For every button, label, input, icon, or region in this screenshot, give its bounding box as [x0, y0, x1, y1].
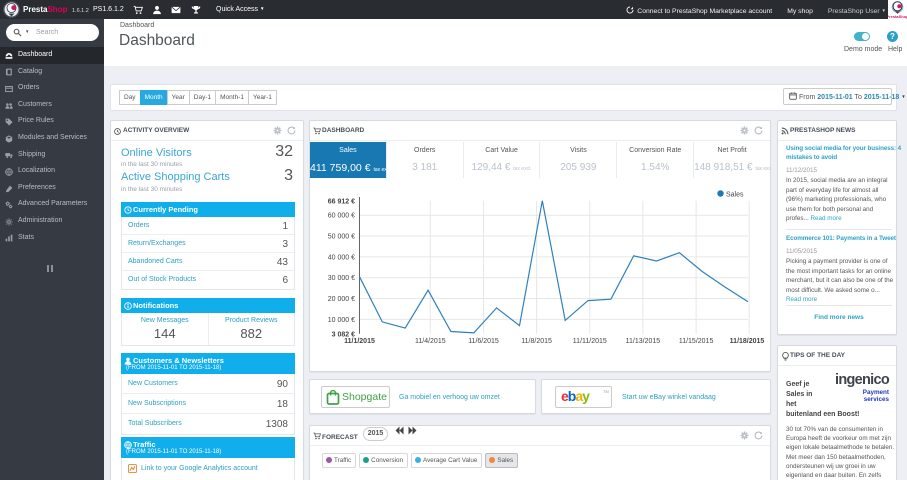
svg-text:Sales: Sales	[726, 191, 744, 198]
svg-text:60 000 €: 60 000 €	[328, 213, 355, 220]
svg-text:10 000 €: 10 000 €	[328, 317, 355, 324]
svg-text:11/8/2015: 11/8/2015	[521, 338, 552, 345]
svg-text:11/13/2015: 11/13/2015	[626, 338, 661, 345]
svg-text:PrestaShop: PrestaShop	[888, 14, 907, 19]
svg-text:66 912 €: 66 912 €	[328, 198, 355, 205]
svg-text:40 000 €: 40 000 €	[328, 254, 355, 261]
svg-text:11/18/2015: 11/18/2015	[730, 338, 765, 345]
svg-text:11/15/2015: 11/15/2015	[679, 338, 714, 345]
svg-text:11/6/2015: 11/6/2015	[468, 338, 499, 345]
svg-text:50 000 €: 50 000 €	[328, 234, 355, 241]
svg-text:11/11/2015: 11/11/2015	[573, 338, 607, 345]
svg-text:30 000 €: 30 000 €	[328, 275, 355, 282]
svg-text:20 000 €: 20 000 €	[328, 296, 355, 303]
svg-text:11/1/2015: 11/1/2015	[344, 338, 375, 345]
svg-text:11/4/2015: 11/4/2015	[415, 338, 446, 345]
